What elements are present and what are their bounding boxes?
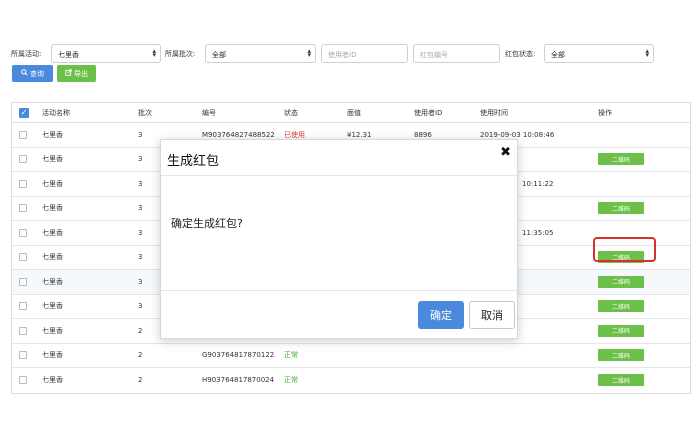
highlight-box xyxy=(593,237,656,262)
cell-batch: 3 xyxy=(138,155,143,164)
status-badge: 正常 xyxy=(284,351,298,360)
row-checkbox[interactable] xyxy=(19,253,27,262)
qrcode-button[interactable]: 二维码 xyxy=(598,275,644,288)
cell-number: G903764817870122 xyxy=(202,351,275,360)
select-arrows-icon: ▴ ▾ xyxy=(152,47,156,59)
header-action: 操作 xyxy=(598,108,612,117)
dialog-divider xyxy=(161,290,517,291)
close-icon[interactable]: ✖ xyxy=(500,145,511,160)
qrcode-button[interactable]: 二维码 xyxy=(598,349,644,362)
row-checkbox[interactable] xyxy=(19,326,27,335)
cell-value: ¥12.31 xyxy=(347,130,372,139)
status-select-value: 全部 xyxy=(551,51,565,59)
header-batch: 批次 xyxy=(138,108,152,117)
select-all-checkbox[interactable]: ✓ xyxy=(19,107,29,118)
cell-activity-name: 七里香 xyxy=(42,204,63,213)
row-checkbox[interactable] xyxy=(19,351,27,360)
table-row: 七里香 2 H903764817870024 正常 二维码 xyxy=(12,368,690,393)
cell-activity-name: 七里香 xyxy=(42,179,63,188)
cell-activity-name: 七里香 xyxy=(42,253,63,262)
table-header: ✓ 活动名称 批次 编号 状态 面值 使用者ID 使用时间 操作 xyxy=(12,103,690,123)
cell-batch: 3 xyxy=(138,130,143,139)
dialog-title: 生成红包 xyxy=(167,154,220,169)
cell-batch: 3 xyxy=(138,204,143,213)
qrcode-button[interactable]: 二维码 xyxy=(598,153,644,166)
header-activity-name: 活动名称 xyxy=(42,108,70,117)
cell-number: M903764827488522 xyxy=(202,130,275,139)
activity-select-value: 七里香 xyxy=(58,51,79,59)
cell-activity-name: 七里香 xyxy=(42,302,63,311)
query-button-label: 查询 xyxy=(30,69,44,78)
row-checkbox[interactable] xyxy=(19,130,27,139)
status-select[interactable]: 全部 ▴ ▾ xyxy=(544,44,654,63)
row-checkbox[interactable] xyxy=(19,277,27,286)
cell-activity-name: 七里香 xyxy=(42,228,63,237)
cell-number: H903764817870024 xyxy=(202,376,275,385)
export-button-label: 导出 xyxy=(74,69,88,78)
status-badge: 正常 xyxy=(284,376,298,385)
header-value: 面值 xyxy=(347,108,361,117)
select-arrows-icon: ▴ ▾ xyxy=(645,47,649,59)
confirm-button[interactable]: 确定 xyxy=(418,301,464,329)
status-label: 红包状态: xyxy=(505,50,536,58)
cell-batch: 3 xyxy=(138,253,143,262)
qrcode-button[interactable]: 二维码 xyxy=(598,374,644,387)
header-user-id: 使用者ID xyxy=(414,108,443,117)
table-row: 七里香 2 G903764817870122 正常 二维码 xyxy=(12,344,690,368)
qrcode-button[interactable]: 二维码 xyxy=(598,202,644,215)
search-icon xyxy=(21,69,28,78)
cell-batch: 2 xyxy=(138,326,143,335)
cell-batch: 3 xyxy=(138,228,143,237)
cell-activity-name: 七里香 xyxy=(42,376,63,385)
batch-label: 所属批次: xyxy=(165,50,196,58)
confirm-dialog: 生成红包 ✖ 确定生成红包? 确定 取消 xyxy=(160,139,518,339)
cell-use-time: 11:35:05 xyxy=(522,228,554,237)
qrcode-button[interactable]: 二维码 xyxy=(598,324,644,337)
cell-user-id: 8896 xyxy=(414,130,432,139)
dialog-message: 确定生成红包? xyxy=(171,217,243,230)
row-checkbox[interactable] xyxy=(19,179,27,188)
cell-activity-name: 七里香 xyxy=(42,155,63,164)
dialog-divider xyxy=(161,175,517,176)
activity-select[interactable]: 七里香 ▴ ▾ xyxy=(51,44,161,63)
header-number: 编号 xyxy=(202,108,216,117)
cell-batch: 2 xyxy=(138,351,143,360)
row-checkbox[interactable] xyxy=(19,204,27,213)
cell-activity-name: 七里香 xyxy=(42,351,63,360)
row-checkbox[interactable] xyxy=(19,376,27,385)
cell-batch: 3 xyxy=(138,179,143,188)
header-status: 状态 xyxy=(284,108,298,117)
activity-label: 所属活动: xyxy=(11,50,42,58)
batch-select-value: 全部 xyxy=(212,51,226,59)
header-use-time: 使用时间 xyxy=(480,108,508,117)
select-arrows-icon: ▴ ▾ xyxy=(307,47,311,59)
packet-no-input[interactable]: 红包编号 xyxy=(413,44,500,63)
cancel-button[interactable]: 取消 xyxy=(469,301,515,329)
cell-batch: 2 xyxy=(138,376,143,385)
export-icon xyxy=(65,69,72,78)
cell-batch: 3 xyxy=(138,277,143,286)
cell-activity-name: 七里香 xyxy=(42,326,63,335)
batch-select[interactable]: 全部 ▴ ▾ xyxy=(205,44,316,63)
row-checkbox[interactable] xyxy=(19,302,27,311)
row-checkbox[interactable] xyxy=(19,228,27,237)
row-checkbox[interactable] xyxy=(19,155,27,164)
qrcode-button[interactable]: 二维码 xyxy=(598,300,644,313)
cell-activity-name: 七里香 xyxy=(42,277,63,286)
export-button[interactable]: 导出 xyxy=(57,65,96,82)
user-id-input[interactable]: 使用者ID xyxy=(321,44,408,63)
query-button[interactable]: 查询 xyxy=(12,65,53,82)
cell-use-time: 10:11:22 xyxy=(522,179,554,188)
cell-use-time: 2019-09-03 10:08:46 xyxy=(480,130,555,139)
filter-bar: 所属活动: 七里香 ▴ ▾ 所属批次: 全部 ▴ ▾ 使用者ID 红包编号 红包状态… xyxy=(11,44,691,64)
cell-activity-name: 七里香 xyxy=(42,130,63,139)
cell-batch: 3 xyxy=(138,302,143,311)
